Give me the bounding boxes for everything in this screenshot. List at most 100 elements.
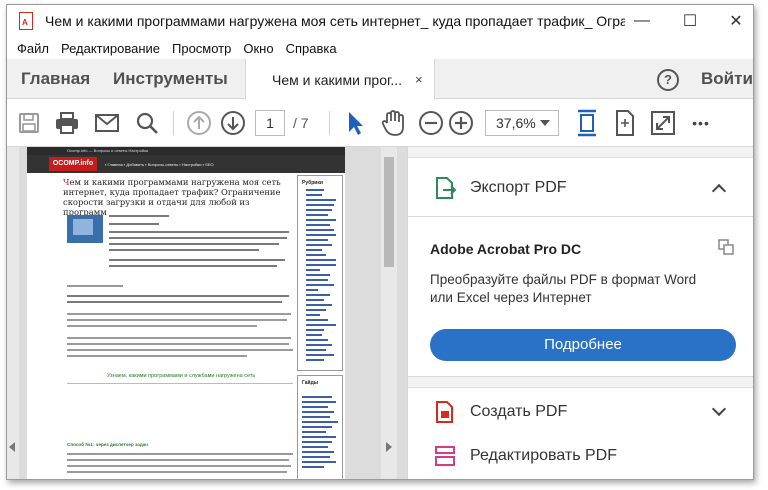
zoom-in-icon[interactable] [447, 109, 475, 137]
chevron-up-icon[interactable] [711, 183, 727, 199]
text-line [67, 295, 289, 297]
export-pdf-row[interactable]: Экспорт PDF [434, 176, 567, 200]
hand-tool-icon[interactable] [379, 109, 407, 137]
rubrics-title: Рубрики [302, 180, 323, 186]
text-line [67, 459, 289, 461]
signin-button[interactable]: Войти [701, 59, 753, 99]
menu-edit[interactable]: Редактирование [61, 41, 160, 56]
site-top-bar: Ocomp.info — Вопросы и ответы Настройки [27, 147, 345, 155]
text-line [109, 243, 279, 245]
article-link[interactable]: Узнаем, какими программами и службами на… [107, 373, 255, 379]
site-nav: ▪ Главная ▪ Добавить ▪ Вопросы-ответы ▪ … [105, 161, 214, 167]
scrollbar-thumb[interactable] [384, 157, 394, 267]
edit-pdf-label: Редактировать PDF [470, 447, 617, 464]
create-pdf-label: Создать PDF [470, 403, 568, 420]
zoom-value: 37,6% [496, 115, 536, 131]
article-title: Чем и какими программами нагружена моя с… [63, 177, 293, 217]
page-total: / 7 [293, 115, 309, 131]
tab-close-icon[interactable]: × [415, 72, 423, 87]
create-pdf-row[interactable]: Создать PDF [434, 400, 567, 424]
menu-help[interactable]: Справка [286, 41, 337, 56]
edit-pdf-icon [435, 446, 455, 466]
article-title-text: ем и какими программами нагружена моя се… [63, 177, 281, 217]
text-line [67, 471, 287, 473]
page-up-icon[interactable] [185, 109, 213, 137]
arrow-right-icon[interactable] [386, 442, 392, 452]
pdf-page: Ocomp.info — Вопросы и ответы Настройки … [27, 147, 345, 479]
tab-home[interactable]: Главная [21, 59, 90, 99]
page-down-icon[interactable] [219, 109, 247, 137]
zoom-select[interactable]: 37,6% [485, 110, 559, 136]
divider [67, 383, 293, 384]
toolbar-separator [329, 111, 330, 135]
document-view[interactable]: Ocomp.info — Вопросы и ответы Настройки … [7, 147, 407, 479]
text-line [109, 265, 277, 267]
menu-window[interactable]: Окно [243, 41, 273, 56]
document-scrollbar[interactable] [381, 147, 397, 479]
create-pdf-icon [436, 401, 453, 423]
rubrics-sidebar: Рубрики [297, 175, 343, 371]
text-line [109, 215, 169, 217]
title-bar: A Чем и какими программами нагружена моя… [7, 5, 753, 37]
menu-view[interactable]: Просмотр [172, 41, 231, 56]
text-line [67, 453, 293, 455]
acrobat-window: A Чем и какими программами нагружена моя… [6, 4, 754, 480]
help-icon[interactable]: ? [657, 69, 679, 91]
text-line [67, 285, 123, 287]
edit-pdf-row[interactable]: Редактировать PDF [434, 444, 617, 468]
text-line [109, 237, 287, 239]
save-icon[interactable] [15, 109, 43, 137]
article-subheading: Способ №1: через диспетчер задач [67, 442, 148, 447]
text-line [67, 355, 247, 357]
zoom-out-icon[interactable] [417, 109, 445, 137]
site-logo: OCOMP.info [49, 157, 97, 171]
arrow-left-icon[interactable] [9, 442, 15, 452]
learn-more-button[interactable]: Подробнее [430, 329, 736, 361]
window-title: Чем и какими программами нагружена моя с… [45, 13, 625, 29]
fit-page-icon[interactable] [573, 109, 601, 137]
text-line [109, 223, 159, 225]
site-header: OCOMP.info ▪ Главная ▪ Добавить ▪ Вопрос… [27, 155, 345, 173]
chevron-down-icon[interactable] [711, 401, 727, 417]
maximize-button[interactable]: ☐ [679, 11, 701, 31]
acrobat-app-icon: A [17, 11, 35, 31]
search-icon[interactable] [133, 109, 161, 137]
tab-document-title: Чем и какими прог... [272, 71, 403, 88]
print-icon[interactable] [53, 109, 81, 137]
export-pdf-icon [436, 177, 456, 199]
menu-file[interactable]: Файл [17, 41, 49, 56]
toolbar: 1 / 7 37,6% ••• [7, 99, 753, 147]
tool-list: Создать PDF Редактировать PDF [408, 387, 753, 479]
tab-document[interactable]: Чем и какими прог... × [245, 59, 435, 100]
fullscreen-icon[interactable] [649, 109, 677, 137]
text-line [67, 319, 287, 321]
text-line [67, 343, 289, 345]
article-image [67, 215, 103, 243]
select-cursor-icon[interactable] [341, 109, 369, 137]
text-line [67, 465, 291, 467]
page-number-input[interactable]: 1 [255, 110, 285, 136]
tab-tools[interactable]: Инструменты [113, 59, 228, 99]
tools-panel: Экспорт PDF Adobe Acrobat Pro DC Преобра… [407, 147, 753, 479]
close-button[interactable]: ✕ [725, 11, 747, 31]
text-line [67, 313, 291, 315]
toolbar-separator [173, 111, 174, 135]
guides-title: Гайды [302, 380, 319, 386]
more-tools-icon[interactable]: ••• [687, 109, 715, 137]
guides-sidebar: Гайды [297, 375, 343, 479]
promo-title: Adobe Acrobat Pro DC [430, 241, 582, 257]
fit-width-icon[interactable] [611, 109, 639, 137]
export-pdf-section[interactable]: Экспорт PDF [408, 157, 753, 217]
mail-icon[interactable] [93, 109, 121, 137]
copy-icon [718, 239, 734, 255]
left-scrollbar[interactable] [7, 147, 19, 479]
text-line [67, 337, 291, 339]
menu-bar: Файл Редактирование Просмотр Окно Справк… [7, 37, 753, 59]
text-line [67, 325, 257, 327]
chevron-down-icon [540, 120, 550, 126]
export-pdf-label: Экспорт PDF [470, 179, 567, 196]
minimize-button[interactable]: — [631, 11, 653, 31]
text-line [109, 259, 285, 261]
promo-description: Преобразуйте файлы PDF в формат Word или… [430, 272, 697, 305]
text-line [67, 349, 293, 351]
